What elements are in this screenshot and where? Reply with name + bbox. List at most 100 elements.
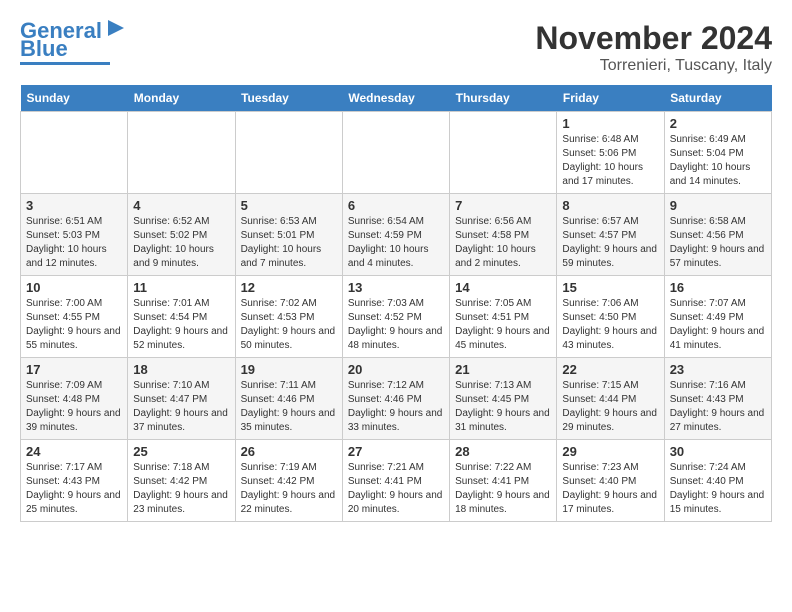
calendar-cell xyxy=(21,112,128,194)
day-number: 19 xyxy=(241,362,337,377)
logo-arrow-icon xyxy=(104,18,126,40)
calendar-cell: 5 Sunrise: 6:53 AM Sunset: 5:01 PM Daylig… xyxy=(235,194,342,276)
day-info: Sunrise: 6:54 AM Sunset: 4:59 PM Dayligh… xyxy=(348,215,444,271)
day-info: Sunrise: 7:03 AM Sunset: 4:52 PM Dayligh… xyxy=(348,297,444,353)
day-info: Sunrise: 7:17 AM Sunset: 4:43 PM Dayligh… xyxy=(26,461,122,517)
day-info: Sunrise: 7:01 AM Sunset: 4:54 PM Dayligh… xyxy=(133,297,229,353)
day-info: Sunrise: 7:00 AM Sunset: 4:55 PM Dayligh… xyxy=(26,297,122,353)
calendar-header-row: SundayMondayTuesdayWednesdayThursdayFrid… xyxy=(21,85,772,112)
day-number: 26 xyxy=(241,444,337,459)
day-info: Sunrise: 7:19 AM Sunset: 4:42 PM Dayligh… xyxy=(241,461,337,517)
day-number: 4 xyxy=(133,198,229,213)
calendar-cell: 9Sunrise: 6:58 AM Sunset: 4:56 PM Daylig… xyxy=(664,194,771,276)
day-number: 3 xyxy=(26,198,122,213)
day-number: 27 xyxy=(348,444,444,459)
calendar-week-1: 1 Sunrise: 6:48 AM Sunset: 5:06 PM Daylig… xyxy=(21,112,772,194)
calendar-cell: 7 Sunrise: 6:56 AM Sunset: 4:58 PM Daylig… xyxy=(450,194,557,276)
calendar-cell: 22Sunrise: 7:15 AM Sunset: 4:44 PM Dayli… xyxy=(557,358,664,440)
day-number: 2 xyxy=(670,116,766,131)
calendar-cell: 6 Sunrise: 6:54 AM Sunset: 4:59 PM Daylig… xyxy=(342,194,449,276)
day-info: Sunrise: 6:51 AM Sunset: 5:03 PM Dayligh… xyxy=(26,215,122,271)
day-info: Sunrise: 6:52 AM Sunset: 5:02 PM Dayligh… xyxy=(133,215,229,271)
day-number: 10 xyxy=(26,280,122,295)
calendar-cell xyxy=(128,112,235,194)
header-monday: Monday xyxy=(128,85,235,112)
day-info: Sunrise: 7:23 AM Sunset: 4:40 PM Dayligh… xyxy=(562,461,658,517)
calendar-cell: 25 Sunrise: 7:18 AM Sunset: 4:42 PM Dayli… xyxy=(128,440,235,522)
calendar-table: SundayMondayTuesdayWednesdayThursdayFrid… xyxy=(20,85,772,522)
calendar-cell xyxy=(342,112,449,194)
calendar-cell: 27 Sunrise: 7:21 AM Sunset: 4:41 PM Dayli… xyxy=(342,440,449,522)
day-info: Sunrise: 6:56 AM Sunset: 4:58 PM Dayligh… xyxy=(455,215,551,271)
page-header: General Blue November 2024 Torrenieri, T… xyxy=(20,20,772,75)
day-info: Sunrise: 7:22 AM Sunset: 4:41 PM Dayligh… xyxy=(455,461,551,517)
day-info: Sunrise: 7:13 AM Sunset: 4:45 PM Dayligh… xyxy=(455,379,551,435)
calendar-cell: 14 Sunrise: 7:05 AM Sunset: 4:51 PM Dayli… xyxy=(450,276,557,358)
day-info: Sunrise: 7:05 AM Sunset: 4:51 PM Dayligh… xyxy=(455,297,551,353)
day-number: 13 xyxy=(348,280,444,295)
calendar-cell: 15 Sunrise: 7:06 AM Sunset: 4:50 PM Dayli… xyxy=(557,276,664,358)
day-number: 12 xyxy=(241,280,337,295)
day-number: 15 xyxy=(562,280,658,295)
calendar-cell: 1 Sunrise: 6:48 AM Sunset: 5:06 PM Daylig… xyxy=(557,112,664,194)
day-info: Sunrise: 7:07 AM Sunset: 4:49 PM Dayligh… xyxy=(670,297,766,353)
calendar-cell: 23 Sunrise: 7:16 AM Sunset: 4:43 PM Dayli… xyxy=(664,358,771,440)
calendar-cell: 20Sunrise: 7:12 AM Sunset: 4:46 PM Dayli… xyxy=(342,358,449,440)
day-info: Sunrise: 7:02 AM Sunset: 4:53 PM Dayligh… xyxy=(241,297,337,353)
day-info: Sunrise: 7:18 AM Sunset: 4:42 PM Dayligh… xyxy=(133,461,229,517)
day-number: 22 xyxy=(562,362,658,377)
day-info: Sunrise: 6:49 AM Sunset: 5:04 PM Dayligh… xyxy=(670,133,766,189)
calendar-cell: 26 Sunrise: 7:19 AM Sunset: 4:42 PM Dayli… xyxy=(235,440,342,522)
day-number: 25 xyxy=(133,444,229,459)
calendar-cell: 2 Sunrise: 6:49 AM Sunset: 5:04 PM Daylig… xyxy=(664,112,771,194)
day-info: Sunrise: 6:53 AM Sunset: 5:01 PM Dayligh… xyxy=(241,215,337,271)
day-info: Sunrise: 7:21 AM Sunset: 4:41 PM Dayligh… xyxy=(348,461,444,517)
calendar-cell: 21 Sunrise: 7:13 AM Sunset: 4:45 PM Dayli… xyxy=(450,358,557,440)
day-info: Sunrise: 7:16 AM Sunset: 4:43 PM Dayligh… xyxy=(670,379,766,435)
calendar-cell: 19 Sunrise: 7:11 AM Sunset: 4:46 PM Dayli… xyxy=(235,358,342,440)
day-info: Sunrise: 7:11 AM Sunset: 4:46 PM Dayligh… xyxy=(241,379,337,435)
calendar-cell: 29 Sunrise: 7:23 AM Sunset: 4:40 PM Dayli… xyxy=(557,440,664,522)
day-info: Sunrise: 6:57 AM Sunset: 4:57 PM Dayligh… xyxy=(562,215,658,271)
day-number: 18 xyxy=(133,362,229,377)
calendar-cell: 4 Sunrise: 6:52 AM Sunset: 5:02 PM Daylig… xyxy=(128,194,235,276)
day-info: Sunrise: 7:06 AM Sunset: 4:50 PM Dayligh… xyxy=(562,297,658,353)
calendar-cell: 16 Sunrise: 7:07 AM Sunset: 4:49 PM Dayli… xyxy=(664,276,771,358)
day-info: Sunrise: 7:10 AM Sunset: 4:47 PM Dayligh… xyxy=(133,379,229,435)
calendar-cell: 30Sunrise: 7:24 AM Sunset: 4:40 PM Dayli… xyxy=(664,440,771,522)
page-title: November 2024 xyxy=(535,20,772,57)
calendar-cell: 3 Sunrise: 6:51 AM Sunset: 5:03 PM Daylig… xyxy=(21,194,128,276)
day-info: Sunrise: 7:09 AM Sunset: 4:48 PM Dayligh… xyxy=(26,379,122,435)
day-number: 30 xyxy=(670,444,766,459)
day-number: 11 xyxy=(133,280,229,295)
calendar-cell: 11 Sunrise: 7:01 AM Sunset: 4:54 PM Dayli… xyxy=(128,276,235,358)
header-friday: Friday xyxy=(557,85,664,112)
day-number: 14 xyxy=(455,280,551,295)
day-number: 1 xyxy=(562,116,658,131)
day-number: 29 xyxy=(562,444,658,459)
calendar-cell: 10 Sunrise: 7:00 AM Sunset: 4:55 PM Dayli… xyxy=(21,276,128,358)
day-number: 7 xyxy=(455,198,551,213)
header-saturday: Saturday xyxy=(664,85,771,112)
day-number: 6 xyxy=(348,198,444,213)
day-number: 20 xyxy=(348,362,444,377)
calendar-cell: 28Sunrise: 7:22 AM Sunset: 4:41 PM Dayli… xyxy=(450,440,557,522)
header-sunday: Sunday xyxy=(21,85,128,112)
page-subtitle: Torrenieri, Tuscany, Italy xyxy=(535,57,772,75)
day-number: 16 xyxy=(670,280,766,295)
day-number: 24 xyxy=(26,444,122,459)
title-block: November 2024 Torrenieri, Tuscany, Italy xyxy=(535,20,772,75)
calendar-cell: 12 Sunrise: 7:02 AM Sunset: 4:53 PM Dayli… xyxy=(235,276,342,358)
header-wednesday: Wednesday xyxy=(342,85,449,112)
calendar-cell: 18 Sunrise: 7:10 AM Sunset: 4:47 PM Dayli… xyxy=(128,358,235,440)
logo-line xyxy=(20,62,110,65)
day-number: 21 xyxy=(455,362,551,377)
logo-blue-text: Blue xyxy=(20,38,68,60)
calendar-cell: 17Sunrise: 7:09 AM Sunset: 4:48 PM Dayli… xyxy=(21,358,128,440)
calendar-cell: 8Sunrise: 6:57 AM Sunset: 4:57 PM Daylig… xyxy=(557,194,664,276)
calendar-cell xyxy=(450,112,557,194)
day-number: 5 xyxy=(241,198,337,213)
header-tuesday: Tuesday xyxy=(235,85,342,112)
day-number: 23 xyxy=(670,362,766,377)
day-info: Sunrise: 6:48 AM Sunset: 5:06 PM Dayligh… xyxy=(562,133,658,189)
